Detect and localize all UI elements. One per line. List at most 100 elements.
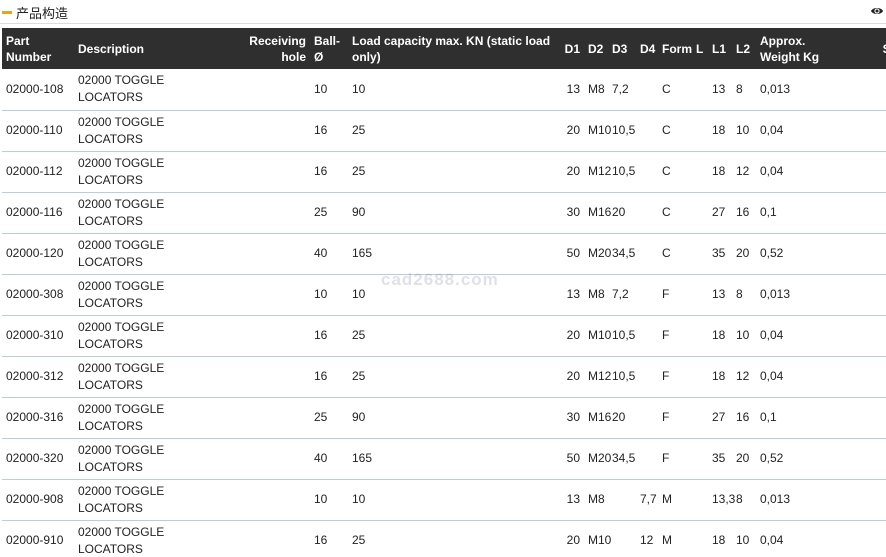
table-row: 02000-110 02000 TOGGLE LOCATORS 16 25 20 M10 1…: [2, 110, 886, 151]
cell-description: 02000 TOGGLE LOCATORS: [78, 237, 165, 269]
cell-load-capacity: 25: [352, 369, 366, 383]
cell-d3: [608, 479, 636, 520]
cell-weight: 0,04: [760, 328, 784, 342]
cell-ball: 16: [314, 328, 328, 342]
cell-part-number: 02000-116: [6, 205, 63, 219]
cell-l2: 8: [736, 287, 743, 301]
cell-d3: 34,5: [612, 246, 636, 260]
cell-l: [694, 438, 710, 479]
cell-d3: 20: [612, 410, 626, 424]
cell-l1: 13: [712, 81, 726, 96]
cell-d4: [636, 69, 658, 110]
cell-d2: M20: [588, 246, 612, 260]
cell-l: [694, 479, 710, 520]
cell-receiving-hole: [218, 479, 310, 520]
cell-l2: 20: [736, 451, 750, 465]
cell-weight: 0,04: [760, 533, 784, 547]
cell-l2: 16: [736, 205, 750, 219]
cell-d2: M10: [588, 123, 612, 137]
cell-d1: 20: [566, 164, 580, 178]
cell-receiving-hole: [218, 356, 310, 397]
cell-weight: 0,013: [760, 287, 791, 301]
cell-part-number: 02000-316: [6, 410, 64, 424]
cell-d1: 30: [566, 410, 580, 424]
cell-receiving-hole: [218, 274, 310, 315]
cell-part-number: 02000-308: [6, 287, 64, 301]
cell-form: F: [662, 451, 670, 465]
cell-l: [694, 520, 710, 557]
cell-part-number: 02000-120: [6, 246, 64, 260]
cell-form: F: [662, 328, 670, 342]
table-row: 02000-120 02000 TOGGLE LOCATORS 40 165 50 M20…: [2, 233, 886, 274]
cell-load-capacity: 10: [352, 492, 366, 506]
cell-description: 02000 TOGGLE LOCATORS: [78, 155, 165, 187]
table-row: 02000-320 02000 TOGGLE LOCATORS 40 165 50 M20…: [2, 438, 886, 479]
cell-d2: M12: [588, 164, 612, 178]
cell-form: C: [662, 164, 671, 178]
col-d3: D3: [612, 41, 628, 56]
cell-d2: M8: [588, 492, 605, 506]
section-header: 产品构造: [0, 0, 886, 24]
cell-description: 02000 TOGGLE LOCATORS: [78, 360, 165, 392]
col-weight: Approx. Weight Kg: [760, 33, 820, 64]
cell-l: [694, 315, 710, 356]
cell-form: C: [662, 81, 671, 96]
cell-sw: 27: [846, 397, 886, 438]
cell-weight: 0,04: [760, 369, 784, 383]
watermark: cad2688.com: [381, 270, 499, 289]
cell-sw: 41: [846, 438, 886, 479]
table-row: 02000-310 02000 TOGGLE LOCATORS 16 25 20 M10 1…: [2, 315, 886, 356]
cell-description: 02000 TOGGLE LOCATORS: [78, 319, 165, 351]
cell-load-capacity: 90: [352, 410, 366, 424]
cell-weight: 0,52: [760, 451, 784, 465]
cell-load-capacity: 10: [352, 81, 366, 96]
cell-description: 02000 TOGGLE LOCATORS: [78, 524, 165, 556]
cell-d4: [636, 274, 658, 315]
cell-d3: 20: [612, 205, 626, 219]
cell-l2: 8: [736, 492, 743, 506]
cell-weight: 0,013: [760, 492, 791, 506]
cell-l1: 18: [712, 164, 726, 178]
cell-ball: 16: [314, 164, 328, 178]
cell-d2: M16: [588, 205, 612, 219]
cell-receiving-hole: [218, 397, 310, 438]
col-load-capacity: Load capacity max. KN (static load only): [352, 33, 551, 64]
col-part-number: Part Number: [6, 33, 52, 64]
cell-sw: 17: [846, 110, 886, 151]
cell-l: [694, 192, 710, 233]
cell-d1: 13: [566, 492, 580, 506]
col-sw: SW: [846, 28, 886, 69]
cell-ball: 25: [314, 205, 328, 219]
cell-sw: 17: [846, 520, 886, 557]
table-row: 02000-316 02000 TOGGLE LOCATORS 25 90 30 M16 2…: [2, 397, 886, 438]
cell-receiving-hole: [218, 110, 310, 151]
cell-ball: 16: [314, 369, 328, 383]
cell-d2: M8: [588, 287, 605, 301]
col-d4: D4: [640, 41, 656, 56]
cell-receiving-hole: [218, 192, 310, 233]
table-row: 02000-908 02000 TOGGLE LOCATORS 10 10 13 M8 7,…: [2, 479, 886, 520]
cell-l: [694, 356, 710, 397]
cell-d4: [636, 397, 658, 438]
cell-ball: 40: [314, 246, 328, 260]
cell-l1: 18: [712, 369, 726, 383]
parts-table: Part Number Description Receiving hole B…: [2, 28, 886, 557]
table-row: 02000-112 02000 TOGGLE LOCATORS 16 25 20 M12 1…: [2, 151, 886, 192]
cell-sw: 11: [846, 69, 886, 110]
cell-d3: 7,2: [612, 287, 629, 301]
cell-d4: 7,7: [640, 492, 657, 506]
cell-sw: 11: [846, 479, 886, 520]
cell-d3: 10,5: [612, 369, 636, 383]
cell-d1: 13: [566, 287, 580, 301]
cell-sw: 41: [846, 233, 886, 274]
cell-load-capacity: 165: [352, 246, 373, 260]
cell-form: M: [662, 533, 672, 547]
col-ball: Ball-Ø: [314, 33, 341, 64]
cell-form: C: [662, 246, 671, 260]
cell-load-capacity: 25: [352, 164, 366, 178]
eye-icon[interactable]: [870, 4, 884, 18]
cell-form: M: [662, 492, 672, 506]
cell-d1: 20: [566, 533, 580, 547]
cell-ball: 10: [314, 81, 328, 96]
col-d2: D2: [588, 41, 604, 56]
